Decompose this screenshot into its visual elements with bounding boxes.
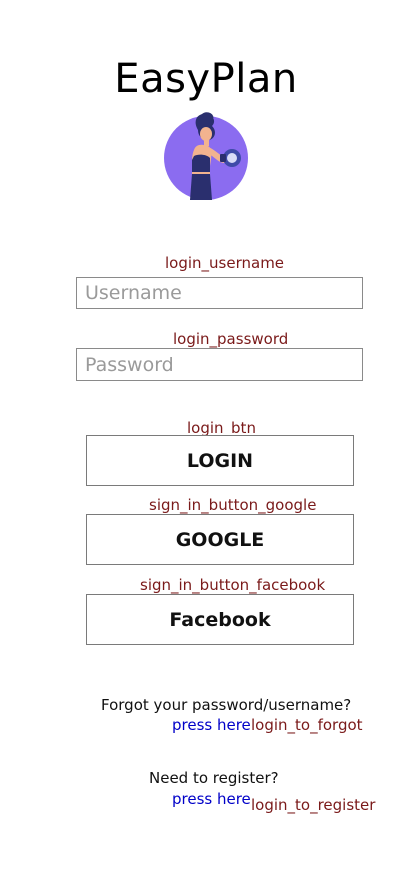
- username-input[interactable]: [76, 277, 363, 309]
- facebook-button-label: Facebook: [169, 608, 271, 631]
- forgot-prompt: Forgot your password/username?: [101, 696, 352, 714]
- username-field-id-label: login_username: [165, 254, 285, 272]
- facebook-sign-in-button[interactable]: Facebook: [86, 594, 354, 645]
- register-link-id-label: login_to_register: [251, 796, 376, 814]
- woman-lifting-dumbbell-icon: [164, 112, 248, 200]
- google-button-label: GOOGLE: [175, 528, 265, 551]
- forgot-link-id-label: login_to_forgot: [251, 716, 363, 734]
- facebook-button-id-label: sign_in_button_facebook: [140, 576, 326, 594]
- password-field-id-label: login_password: [173, 330, 289, 348]
- register-prompt: Need to register?: [149, 769, 279, 787]
- register-link[interactable]: press here: [172, 790, 251, 808]
- login-button-label: LOGIN: [186, 449, 254, 472]
- login-button[interactable]: LOGIN: [86, 435, 354, 486]
- password-input[interactable]: [76, 348, 363, 381]
- app-title: EasyPlan: [114, 56, 298, 102]
- google-sign-in-button[interactable]: GOOGLE: [86, 514, 354, 565]
- forgot-link[interactable]: press here: [172, 716, 251, 734]
- google-button-id-label: sign_in_button_google: [149, 496, 317, 514]
